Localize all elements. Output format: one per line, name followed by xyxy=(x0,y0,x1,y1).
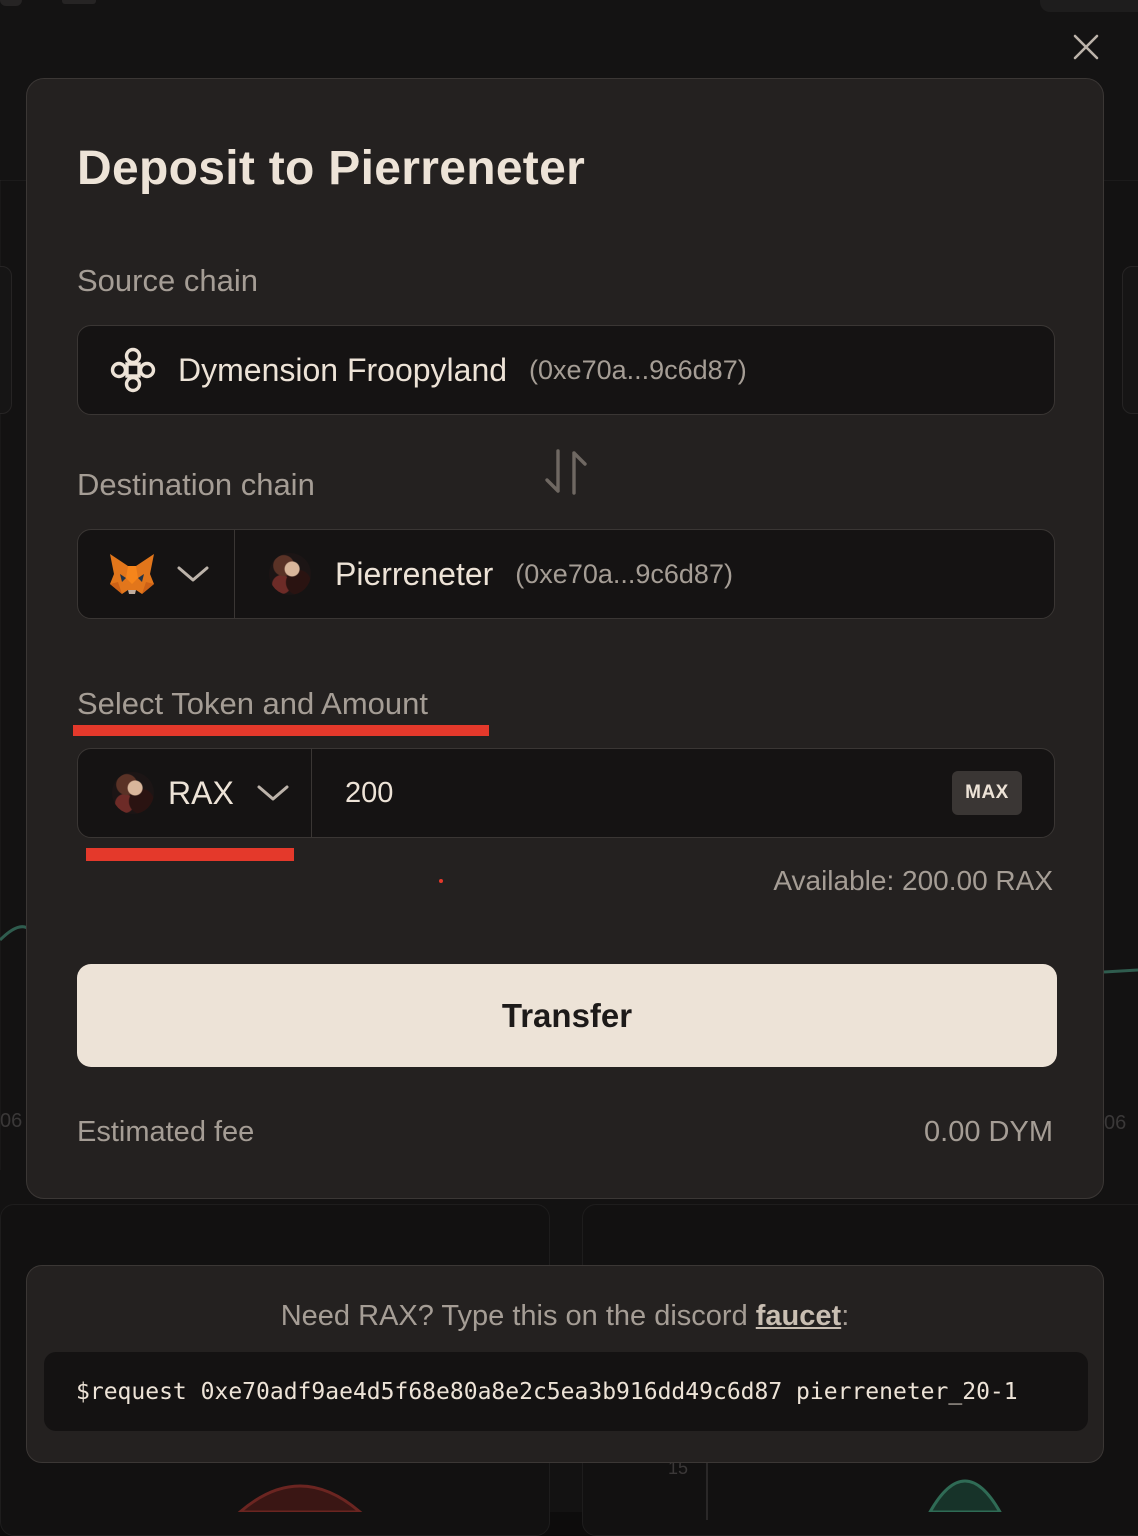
annotation-underline xyxy=(86,848,294,861)
swap-chains-button[interactable] xyxy=(541,445,591,499)
faucet-hint-text: Need RAX? Type this on the discord xyxy=(280,1300,756,1332)
amount-input[interactable] xyxy=(312,748,952,838)
estimated-fee-label: Estimated fee xyxy=(77,1116,255,1148)
dymension-logo-icon xyxy=(110,347,156,393)
modal-title: Deposit to Pierreneter xyxy=(77,142,586,195)
chevron-down-icon xyxy=(257,785,289,801)
background-axis-label: 06 xyxy=(1104,1112,1127,1134)
transfer-button[interactable]: Transfer xyxy=(77,964,1057,1067)
faucet-link[interactable]: faucet xyxy=(756,1300,841,1332)
background-card xyxy=(1122,266,1138,414)
destination-chain-address: (0xe70a...9c6d87) xyxy=(515,558,733,589)
faucet-hint: Need RAX? Type this on the discord fauce… xyxy=(27,1300,1103,1333)
token-selector[interactable]: RAX xyxy=(78,749,312,837)
destination-chain-field: Pierreneter (0xe70a...9c6d87) xyxy=(77,529,1055,619)
destination-chain-name: Pierreneter xyxy=(335,555,494,592)
destination-chain-label: Destination chain xyxy=(77,467,315,502)
max-button[interactable]: MAX xyxy=(952,771,1022,815)
token-amount-label: Select Token and Amount xyxy=(77,686,429,721)
token-icon xyxy=(112,772,154,814)
metamask-fox-icon xyxy=(110,554,154,594)
deposit-modal: Deposit to Pierreneter Source chain Dyme… xyxy=(26,78,1104,1199)
background-chart-curve xyxy=(237,1479,1002,1512)
swap-arrows-icon xyxy=(545,449,587,495)
faucet-card: Need RAX? Type this on the discord fauce… xyxy=(26,1265,1104,1463)
background-axis-label: 06 xyxy=(0,1110,23,1132)
estimated-fee-value: 0.00 DYM xyxy=(924,1116,1053,1148)
wallet-selector[interactable] xyxy=(78,530,235,618)
source-chain-name: Dymension Froopyland xyxy=(178,351,508,388)
faucet-command[interactable]: $request 0xe70adf9ae4d5f68e80a8e2c5ea3b9… xyxy=(44,1352,1088,1431)
available-balance: Available: 200.00 RAX xyxy=(773,865,1053,896)
annotation-dot xyxy=(439,879,443,883)
source-chain-field[interactable]: Dymension Froopyland (0xe70a...9c6d87) xyxy=(77,325,1055,415)
token-amount-field: RAX MAX xyxy=(77,748,1055,838)
chevron-down-icon xyxy=(177,566,209,582)
source-chain-label: Source chain xyxy=(77,263,258,298)
background-card xyxy=(0,266,12,414)
annotation-underline xyxy=(73,725,489,736)
close-button[interactable] xyxy=(1066,27,1106,67)
faucet-hint-suffix: : xyxy=(841,1300,850,1332)
source-chain-address: (0xe70a...9c6d87) xyxy=(529,354,747,385)
close-icon xyxy=(1073,34,1099,60)
token-symbol: RAX xyxy=(168,774,234,811)
rollapp-avatar xyxy=(269,553,311,595)
